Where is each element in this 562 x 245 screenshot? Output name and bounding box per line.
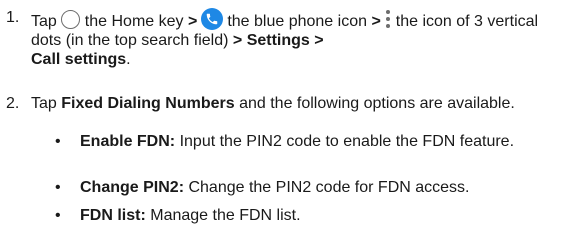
separator: > bbox=[232, 32, 243, 49]
separator: > bbox=[187, 13, 198, 30]
option-title: Change PIN2: bbox=[80, 179, 185, 196]
option-title: Enable FDN: bbox=[80, 133, 176, 150]
option-desc: Manage the FDN list. bbox=[150, 207, 301, 224]
fdn-label: Fixed Dialing Numbers bbox=[61, 95, 235, 112]
step-number: 1. bbox=[6, 9, 20, 26]
bullet-icon: • bbox=[55, 133, 61, 150]
option-desc: Change the PIN2 code for FDN access. bbox=[188, 179, 470, 196]
call-settings-label: Call settings bbox=[31, 51, 127, 68]
tap-text: Tap bbox=[31, 95, 57, 112]
period: . bbox=[126, 51, 131, 68]
home-key-text: the Home key bbox=[84, 13, 184, 30]
phone-icon-text: the blue phone icon bbox=[227, 13, 367, 30]
step-2-text: Tap Fixed Dialing Numbers and the follow… bbox=[31, 94, 551, 113]
settings-label: Settings bbox=[246, 32, 310, 49]
separator: > bbox=[371, 13, 381, 30]
separator: > bbox=[314, 32, 324, 49]
bullet-icon: • bbox=[55, 179, 61, 196]
tap-text: Tap bbox=[31, 13, 57, 30]
step-1-text: Tap the Home key > the blue phone icon > th… bbox=[31, 8, 551, 69]
home-circle-icon bbox=[60, 10, 80, 29]
step-number: 2. bbox=[6, 95, 20, 112]
step-2-rest: and the following options are available. bbox=[239, 95, 515, 112]
option-title: FDN list: bbox=[80, 207, 146, 224]
instructions-document: 1. Tap the Home key > the blue phone icon … bbox=[0, 0, 562, 245]
phone-icon bbox=[201, 8, 224, 30]
bullet-icon: • bbox=[55, 207, 61, 224]
option-desc: Input the PIN2 code to enable the FDN fe… bbox=[179, 133, 515, 150]
more-vertical-icon bbox=[385, 10, 391, 28]
